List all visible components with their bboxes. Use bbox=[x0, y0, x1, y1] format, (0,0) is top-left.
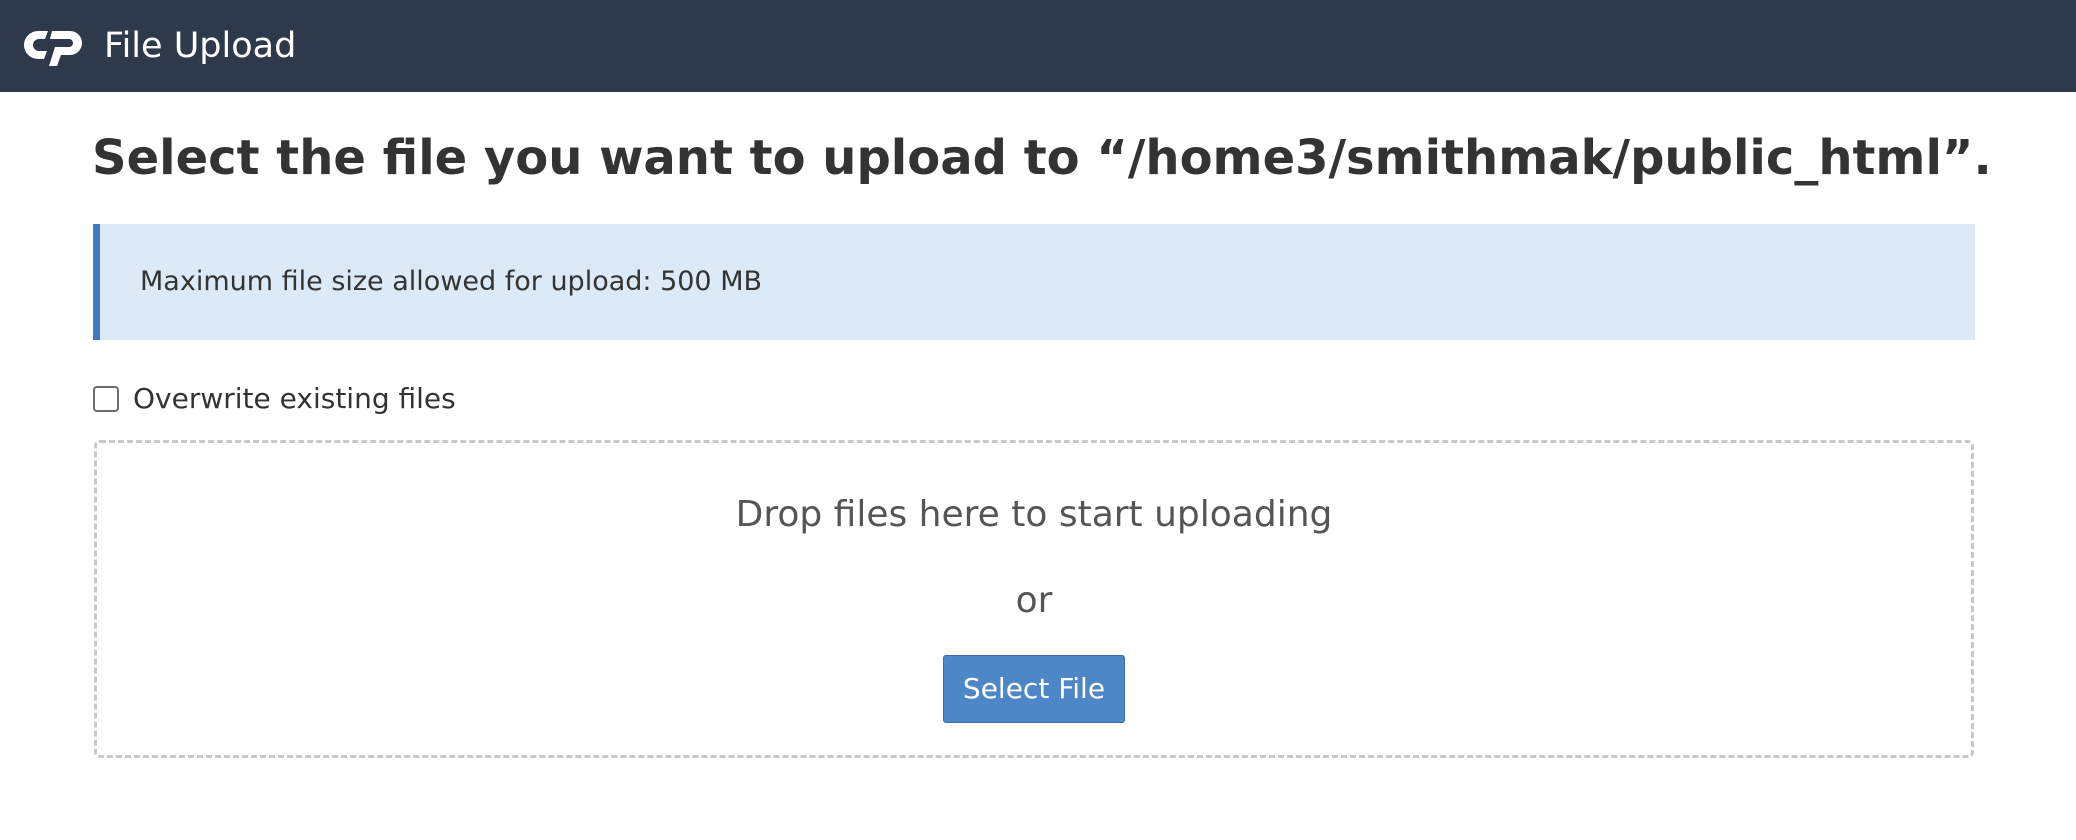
info-alert: Maximum file size allowed for upload: 50… bbox=[93, 224, 1975, 340]
cpanel-logo-icon[interactable] bbox=[24, 22, 88, 68]
file-dropzone[interactable]: Drop files here to start uploading or Se… bbox=[94, 440, 1974, 758]
top-navbar: File Upload bbox=[0, 0, 2076, 92]
max-file-size-text: Maximum file size allowed for upload: 50… bbox=[140, 266, 763, 297]
overwrite-option: Overwrite existing files bbox=[93, 378, 456, 420]
overwrite-checkbox-label[interactable]: Overwrite existing files bbox=[133, 379, 456, 419]
dropzone-or-text: or bbox=[1015, 580, 1053, 621]
app-title: File Upload bbox=[104, 26, 297, 66]
overwrite-checkbox[interactable] bbox=[93, 386, 119, 412]
page-title: Select the file you want to upload to “/… bbox=[92, 130, 1992, 186]
dropzone-prompt: Drop files here to start uploading bbox=[735, 494, 1333, 535]
select-file-button[interactable]: Select File bbox=[943, 655, 1125, 723]
